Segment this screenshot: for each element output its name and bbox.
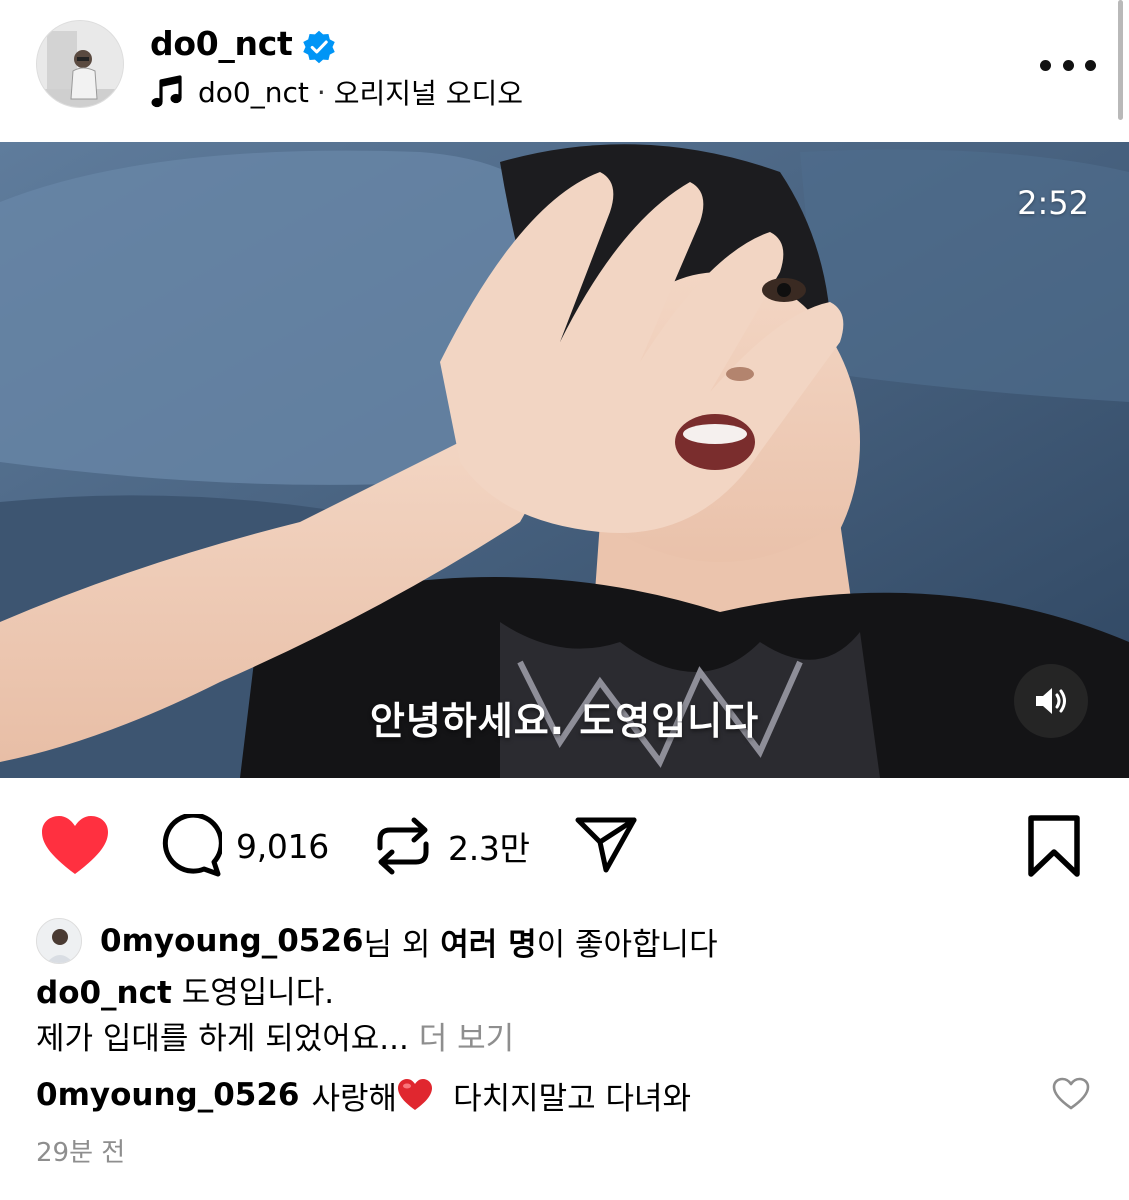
audio-separator: ·: [316, 75, 326, 109]
verified-badge-icon: [303, 30, 335, 64]
music-icon: [151, 75, 182, 108]
caption-line-1: 도영입니다.: [181, 975, 335, 1011]
likes-summary[interactable]: 0myoung_0526 님 외 여러 명 이 좋아합니다: [36, 918, 718, 964]
comment-like-icon[interactable]: [1052, 1077, 1090, 1111]
share-icon: [575, 817, 637, 873]
repost-icon: [377, 817, 429, 875]
video-duration: 2:52: [1017, 184, 1089, 222]
likes-text-2: 이 좋아합니다: [536, 926, 718, 963]
volume-button[interactable]: [1014, 664, 1088, 738]
avatar[interactable]: [36, 20, 124, 108]
comment-text-before: 사랑해: [311, 1080, 398, 1117]
post-username[interactable]: do0_nct: [150, 24, 293, 63]
action-bar: 9,016 2.3만: [0, 800, 1129, 900]
more-options-icon[interactable]: [1040, 50, 1096, 80]
comment-username[interactable]: 0myoung_0526: [36, 1077, 300, 1113]
heart-icon: [42, 816, 108, 874]
comment-icon: [162, 814, 222, 877]
bookmark-button[interactable]: [1026, 814, 1082, 878]
repost-count: 2.3만: [448, 829, 530, 868]
repost-button[interactable]: 2.3만: [372, 814, 530, 878]
audio-label: 오리지널 오디오: [333, 77, 523, 110]
post-caption: do0_nct 도영입니다. 제가 입대를 하게 되었어요... 더 보기: [36, 970, 514, 1062]
comment-count: 9,016: [236, 826, 329, 866]
heart-emoji-icon: [398, 1079, 433, 1110]
video-frame: [0, 142, 1129, 778]
likes-text-1: 님 외: [363, 926, 441, 963]
comment-text-after: 다치지말고 다녀와: [453, 1080, 692, 1117]
video-player[interactable]: 2:52 안녕하세요. 도영입니다: [0, 142, 1129, 778]
audio-username: do0_nct: [198, 75, 309, 109]
volume-icon: [1036, 688, 1066, 714]
post-timestamp: 29분 전: [36, 1138, 126, 1168]
liker-avatar[interactable]: [36, 918, 82, 964]
bookmark-icon: [1028, 815, 1080, 877]
comment-button[interactable]: 9,016: [158, 814, 329, 878]
caption-line-2: 제가 입대를 하게 되었어요...: [36, 1021, 409, 1057]
video-subtitle: 안녕하세요. 도영입니다: [369, 699, 760, 743]
liker-username[interactable]: 0myoung_0526: [100, 923, 364, 959]
likes-others[interactable]: 여러 명: [440, 919, 536, 964]
audio-attribution[interactable]: do0_nct · 오리지널 오디오: [150, 72, 523, 112]
comment-item: 0myoung_0526 사랑해 다치지말고 다녀와: [36, 1072, 691, 1118]
like-button[interactable]: [40, 814, 110, 876]
caption-more-link[interactable]: 더 보기: [419, 1021, 514, 1057]
post-header: do0_nct do0_nct · 오리지널 오디오: [0, 0, 1129, 142]
share-button[interactable]: [574, 814, 638, 874]
caption-username[interactable]: do0_nct: [36, 975, 172, 1011]
